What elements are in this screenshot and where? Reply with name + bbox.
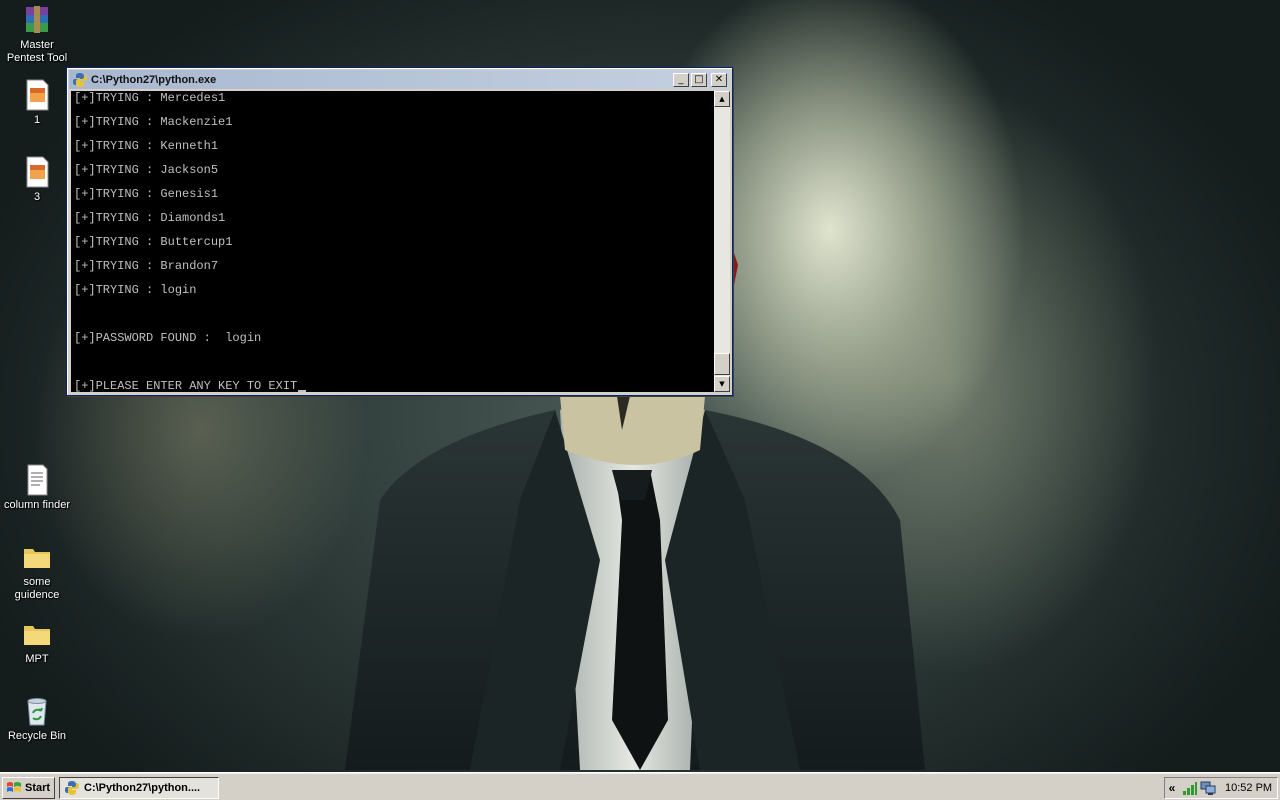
signal-strength-icon[interactable] bbox=[1182, 780, 1198, 796]
scroll-up-button[interactable]: ▲ bbox=[714, 91, 730, 107]
console-line: [+]TRYING : Mackenzie1 bbox=[74, 115, 233, 129]
console-line: [+]TRYING : Genesis1 bbox=[74, 187, 219, 201]
desktop-icon-label: Master Pentest Tool bbox=[6, 39, 68, 64]
console-line: [+]TRYING : login bbox=[74, 283, 197, 297]
console-output[interactable]: [+]TRYING : Mercedes1 [+]TRYING : Mackenz… bbox=[71, 91, 714, 392]
maximize-button[interactable]: □ bbox=[691, 72, 707, 87]
text-cursor bbox=[298, 390, 307, 392]
desktop-icon-recycle-bin[interactable]: Recycle Bin bbox=[0, 695, 74, 743]
desktop-icon-column-finder[interactable]: column finder bbox=[0, 464, 74, 512]
console-line: [+]TRYING : Jackson5 bbox=[74, 163, 219, 177]
console-line: [+]TRYING : Brandon7 bbox=[74, 259, 219, 273]
desktop-icon-3[interactable]: 3 bbox=[0, 156, 74, 204]
taskbar-item-label: C:\Python27\python.... bbox=[84, 782, 201, 794]
console-line: [+]TRYING : Mercedes1 bbox=[74, 91, 226, 105]
window-title: C:\Python27\python.exe bbox=[91, 73, 217, 86]
minimize-button[interactable]: _ bbox=[673, 72, 689, 87]
desktop-icon-label: 1 bbox=[33, 114, 41, 126]
start-label: Start bbox=[25, 782, 51, 794]
arrow-up-icon: ▲ bbox=[719, 95, 725, 103]
text-document-icon bbox=[21, 464, 53, 496]
windows-logo-icon bbox=[7, 782, 21, 792]
folder-icon bbox=[21, 618, 53, 650]
image-file-icon bbox=[21, 79, 53, 111]
console-line: [+]TRYING : Kenneth1 bbox=[74, 139, 219, 153]
python-icon bbox=[65, 781, 79, 795]
desktop-icon-1[interactable]: 1 bbox=[0, 79, 74, 127]
recycle-bin-icon bbox=[21, 695, 53, 727]
system-tray: « 10:52 PM bbox=[1164, 777, 1278, 799]
python-icon bbox=[73, 72, 87, 87]
window-titlebar[interactable]: C:\Python27\python.exe _ □ ✕ bbox=[69, 70, 730, 89]
desktop-icon-label: column finder bbox=[3, 499, 71, 511]
scroll-down-button[interactable]: ▼ bbox=[714, 376, 730, 392]
desktop-icon-mpt[interactable]: MPT bbox=[0, 618, 74, 666]
desktop-icon-label: MPT bbox=[25, 653, 49, 665]
desktop-icon-master-pentest-tool[interactable]: Master Pentest Tool bbox=[0, 4, 74, 65]
image-file-icon bbox=[21, 156, 53, 188]
folder-icon bbox=[21, 541, 53, 573]
arrow-down-icon: ▼ bbox=[719, 380, 725, 388]
desktop-icon-label: 3 bbox=[33, 191, 41, 203]
scroll-thumb[interactable] bbox=[714, 353, 730, 375]
clock[interactable]: 10:52 PM bbox=[1225, 782, 1272, 794]
console-line: [+]TRYING : Buttercup1 bbox=[74, 235, 233, 249]
close-icon: ✕ bbox=[714, 73, 724, 85]
start-button[interactable]: Start bbox=[2, 777, 55, 799]
desktop-icon-some-guidence[interactable]: some guidence bbox=[0, 541, 74, 602]
close-button[interactable]: ✕ bbox=[711, 72, 727, 87]
winrar-archive-icon bbox=[21, 4, 53, 36]
desktop-icon-label: Recycle Bin bbox=[7, 730, 67, 742]
network-connection-icon[interactable] bbox=[1200, 780, 1216, 796]
console-line: [+]PLEASE ENTER ANY KEY TO EXIT bbox=[74, 380, 714, 392]
maximize-icon: □ bbox=[694, 73, 704, 85]
desktop-icon-label: some guidence bbox=[14, 576, 60, 601]
console-line: [+]TRYING : Diamonds1 bbox=[74, 211, 226, 225]
taskbar-item-python[interactable]: C:\Python27\python.... bbox=[59, 777, 219, 799]
console-line: [+]PASSWORD FOUND : login bbox=[74, 331, 262, 345]
tray-expand-button[interactable]: « bbox=[1165, 781, 1179, 795]
taskbar: Start C:\Python27\python.... « 10:52 PM bbox=[0, 772, 1280, 800]
minimize-icon: _ bbox=[678, 73, 684, 85]
console-window[interactable]: C:\Python27\python.exe _ □ ✕ [+]TRYING :… bbox=[66, 67, 733, 396]
vertical-scrollbar[interactable]: ▲ ▼ bbox=[714, 91, 730, 392]
